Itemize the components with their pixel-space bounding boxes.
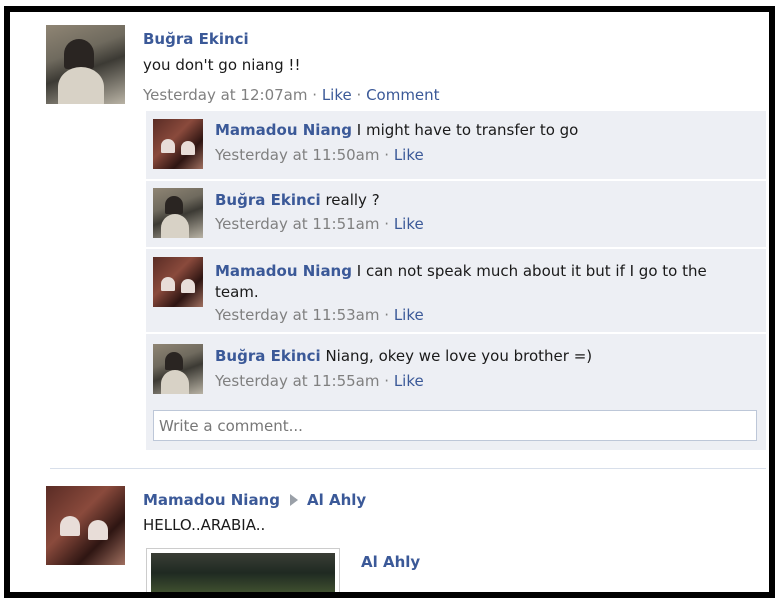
commenter-avatar[interactable]: [153, 257, 203, 307]
comment-body: Mamadou Niang I can not speak much about…: [215, 261, 755, 303]
comment-text: Niang, okey we love you brother =): [325, 347, 593, 365]
comment-item: Buğra Ekinci Niang, okey we love you bro…: [146, 334, 766, 402]
separator-dot: ·: [384, 146, 390, 164]
comment-text: really ?: [325, 191, 380, 209]
post-like-link[interactable]: Like: [322, 86, 352, 104]
post-author-name[interactable]: Buğra Ekinci: [143, 30, 249, 48]
post-divider: [50, 468, 766, 469]
post2-attachment-photo[interactable]: [146, 548, 340, 592]
comment-timestamp: Yesterday at 11:53am: [215, 306, 380, 324]
post2-target-name[interactable]: Al Ahly: [307, 491, 366, 509]
comment-meta: Yesterday at 11:53am · Like: [215, 306, 424, 324]
arrow-right-icon: [289, 494, 298, 506]
comment-body: Mamadou Niang I might have to transfer t…: [215, 121, 578, 139]
separator-dot: ·: [356, 86, 362, 104]
comment-text-continued: team.: [215, 283, 259, 301]
comment-like-link[interactable]: Like: [394, 306, 424, 324]
post-author-avatar[interactable]: [46, 25, 125, 104]
post-meta: Yesterday at 12:07am · Like · Comment: [143, 86, 440, 104]
separator-dot: ·: [384, 215, 390, 233]
post2-message: HELLO..ARABIA..: [143, 516, 266, 534]
commenter-avatar[interactable]: [153, 188, 203, 238]
post2-header: Mamadou Niang Al Ahly: [143, 490, 366, 509]
comment-item: Mamadou Niang I might have to transfer t…: [146, 111, 766, 179]
post2-author-avatar[interactable]: [46, 486, 125, 565]
post-comment-link[interactable]: Comment: [366, 86, 440, 104]
post-message: you don't go niang !!: [143, 56, 301, 74]
post2-attachment-title[interactable]: Al Ahly: [361, 553, 420, 571]
comment-meta: Yesterday at 11:51am · Like: [215, 215, 424, 233]
comment-meta: Yesterday at 11:55am · Like: [215, 372, 424, 390]
comment-text: I might have to transfer to go: [356, 121, 579, 139]
facebook-feed-frame: Buğra Ekinci you don't go niang !! Yeste…: [4, 6, 775, 598]
comment-meta: Yesterday at 11:50am · Like: [215, 146, 424, 164]
comment-item: Buğra Ekinci really ? Yesterday at 11:51…: [146, 181, 766, 247]
comment-author[interactable]: Buğra Ekinci: [215, 191, 321, 209]
comment-text: I can not speak much about it but if I g…: [356, 262, 707, 280]
comment-timestamp: Yesterday at 11:50am: [215, 146, 380, 164]
comment-input[interactable]: Write a comment...: [153, 410, 757, 441]
comment-like-link[interactable]: Like: [394, 372, 424, 390]
separator-dot: ·: [384, 372, 390, 390]
comment-body: Buğra Ekinci Niang, okey we love you bro…: [215, 347, 592, 365]
comment-author[interactable]: Buğra Ekinci: [215, 347, 321, 365]
post-timestamp: Yesterday at 12:07am: [143, 86, 308, 104]
commenter-avatar[interactable]: [153, 344, 203, 394]
comment-author[interactable]: Mamadou Niang: [215, 121, 352, 139]
comment-body: Buğra Ekinci really ?: [215, 191, 380, 209]
comment-author[interactable]: Mamadou Niang: [215, 262, 352, 280]
comment-timestamp: Yesterday at 11:51am: [215, 215, 380, 233]
separator-dot: ·: [384, 306, 390, 324]
post2-author-name[interactable]: Mamadou Niang: [143, 491, 280, 509]
separator-dot: ·: [312, 86, 318, 104]
comment-timestamp: Yesterday at 11:55am: [215, 372, 380, 390]
commenter-avatar[interactable]: [153, 119, 203, 169]
comment-like-link[interactable]: Like: [394, 146, 424, 164]
comment-item: Mamadou Niang I can not speak much about…: [146, 249, 766, 332]
comment-like-link[interactable]: Like: [394, 215, 424, 233]
